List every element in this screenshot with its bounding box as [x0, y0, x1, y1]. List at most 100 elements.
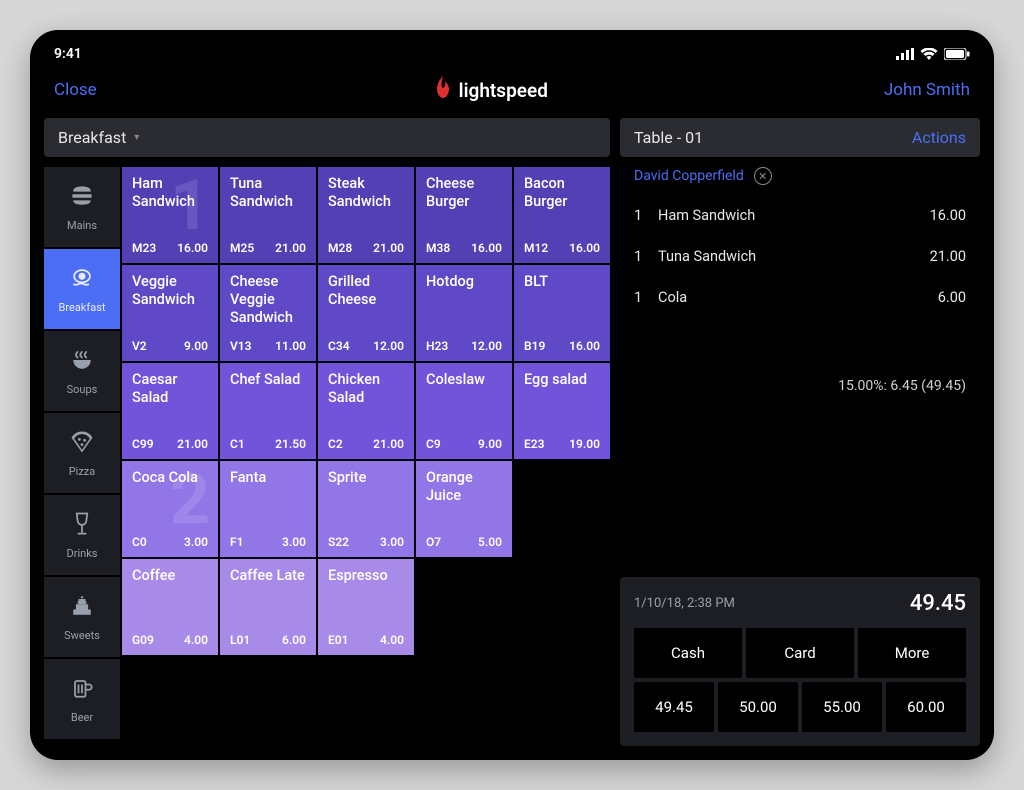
payment-method-row: CashCardMore — [634, 628, 966, 678]
tile-code: C99 — [132, 437, 154, 451]
sidebar-item-label: Sweets — [64, 629, 100, 642]
menu-tile[interactable]: Chef SaladC121.50 — [220, 363, 316, 459]
menu-tile[interactable]: Caffee LateL016.00 — [220, 559, 316, 655]
menu-tile[interactable]: Cheese Veggie SandwichV1311.00 — [220, 265, 316, 361]
pay-button-card[interactable]: Card — [746, 628, 854, 678]
soup-icon — [68, 346, 96, 377]
menu-tile[interactable]: Bacon BurgerM1216.00 — [514, 167, 610, 263]
brand-text: lightspeed — [459, 79, 548, 102]
menu-tile[interactable]: Tuna SandwichM2521.00 — [220, 167, 316, 263]
tile-price: 9.00 — [478, 437, 502, 451]
order-line-qty: 1 — [634, 207, 658, 224]
sidebar-item-label: Mains — [67, 219, 97, 232]
order-total: 49.45 — [910, 591, 966, 616]
tile-price: 21.00 — [177, 437, 208, 451]
tile-price: 21.50 — [275, 437, 306, 451]
tile-name: Cheese Burger — [426, 175, 502, 211]
menu-tile[interactable]: Egg saladE2319.00 — [514, 363, 610, 459]
sidebar-item-mains[interactable]: Mains — [44, 167, 120, 247]
tile-price: 12.00 — [471, 339, 502, 353]
status-bar: 9:41 — [44, 40, 980, 68]
actions-button[interactable]: Actions — [912, 128, 966, 147]
quick-amount-button[interactable]: 60.00 — [886, 682, 966, 732]
tile-name: Steak Sandwich — [328, 175, 404, 211]
tile-name: Coca Cola — [132, 469, 208, 487]
pay-button-more[interactable]: More — [858, 628, 966, 678]
order-panel: Table - 01 Actions David Copperfield ✕ 1… — [620, 118, 980, 746]
remove-customer-button[interactable]: ✕ — [754, 167, 772, 185]
sidebar-item-sweets[interactable]: Sweets — [44, 577, 120, 657]
customer-name[interactable]: David Copperfield — [634, 168, 744, 184]
tile-price: 9.00 — [184, 339, 208, 353]
tile-price: 6.00 — [282, 633, 306, 647]
tile-name: Cheese Veggie Sandwich — [230, 273, 306, 327]
menu-tile[interactable]: CoffeeG094.00 — [122, 559, 218, 655]
order-line-price: 21.00 — [930, 248, 966, 265]
tile-name: Espresso — [328, 567, 404, 585]
sidebar-item-beer[interactable]: Beer — [44, 659, 120, 739]
tile-code: E23 — [524, 437, 544, 451]
tile-price: 21.00 — [373, 437, 404, 451]
tile-name: Bacon Burger — [524, 175, 600, 211]
tile-price: 5.00 — [478, 535, 502, 549]
category-selector[interactable]: Breakfast ▾ — [44, 118, 610, 157]
tile-price: 4.00 — [184, 633, 208, 647]
menu-tile[interactable]: SpriteS223.00 — [318, 461, 414, 557]
tile-name: Ham Sandwich — [132, 175, 208, 211]
menu-tile[interactable]: Steak SandwichM2821.00 — [318, 167, 414, 263]
menu-tile[interactable]: Orange JuiceO75.00 — [416, 461, 512, 557]
category-label: Breakfast — [58, 128, 126, 147]
menu-tile[interactable]: 1Ham SandwichM2316.00 — [122, 167, 218, 263]
quick-amount-button[interactable]: 50.00 — [718, 682, 798, 732]
order-line[interactable]: 1Cola6.00 — [620, 277, 980, 318]
tablet-frame: 9:41 Close lightspeed John Smith Breakf — [30, 30, 994, 760]
tile-price: 11.00 — [275, 339, 306, 353]
menu-tile[interactable]: Grilled CheeseC3412.00 — [318, 265, 414, 361]
tile-price: 3.00 — [184, 535, 208, 549]
order-line-name: Cola — [658, 289, 938, 306]
tile-price: 19.00 — [569, 437, 600, 451]
user-menu[interactable]: John Smith — [884, 80, 970, 100]
order-line[interactable]: 1Tuna Sandwich21.00 — [620, 236, 980, 277]
status-time: 9:41 — [54, 46, 82, 62]
menu-tile[interactable]: 2Coca ColaC03.00 — [122, 461, 218, 557]
menu-tile[interactable]: Caesar SaladC9921.00 — [122, 363, 218, 459]
menu-tile[interactable]: ColeslawC99.00 — [416, 363, 512, 459]
sidebar-item-label: Pizza — [69, 465, 96, 478]
menu-tile[interactable]: BLTB1916.00 — [514, 265, 610, 361]
order-line[interactable]: 1Ham Sandwich16.00 — [620, 195, 980, 236]
tile-code: L01 — [230, 633, 250, 647]
tile-name: Chef Salad — [230, 371, 306, 389]
sidebar-item-breakfast[interactable]: Breakfast — [44, 249, 120, 329]
tax-line: 15.00%: 6.45 (49.45) — [620, 368, 980, 404]
menu-tile[interactable]: FantaF13.00 — [220, 461, 316, 557]
quick-amount-button[interactable]: 55.00 — [802, 682, 882, 732]
cake-icon — [68, 592, 96, 623]
flame-icon — [433, 76, 453, 104]
sidebar-item-label: Beer — [71, 711, 93, 724]
burger-icon — [68, 182, 96, 213]
menu-tile[interactable]: EspressoE014.00 — [318, 559, 414, 655]
tile-price: 3.00 — [282, 535, 306, 549]
sidebar-item-soups[interactable]: Soups — [44, 331, 120, 411]
app-header: Close lightspeed John Smith — [44, 68, 980, 112]
tile-code: C34 — [328, 339, 350, 353]
menu-tile[interactable]: Cheese BurgerM3816.00 — [416, 167, 512, 263]
order-header: Table - 01 Actions — [620, 118, 980, 157]
table-label: Table - 01 — [634, 128, 703, 147]
order-line-price: 16.00 — [930, 207, 966, 224]
sidebar-item-label: Drinks — [67, 547, 98, 560]
tile-price: 4.00 — [380, 633, 404, 647]
pay-button-cash[interactable]: Cash — [634, 628, 742, 678]
close-button[interactable]: Close — [54, 80, 97, 100]
tile-price: 16.00 — [569, 241, 600, 255]
sidebar-item-pizza[interactable]: Pizza — [44, 413, 120, 493]
quick-amount-button[interactable]: 49.45 — [634, 682, 714, 732]
tile-name: Coffee — [132, 567, 208, 585]
menu-tile[interactable]: HotdogH2312.00 — [416, 265, 512, 361]
tile-name: Fanta — [230, 469, 306, 487]
menu-tile[interactable]: Veggie SandwichV29.00 — [122, 265, 218, 361]
sidebar-item-drinks[interactable]: Drinks — [44, 495, 120, 575]
menu-tile[interactable]: Chicken SaladC221.00 — [318, 363, 414, 459]
order-timestamp: 1/10/18, 2:38 PM — [634, 596, 735, 611]
